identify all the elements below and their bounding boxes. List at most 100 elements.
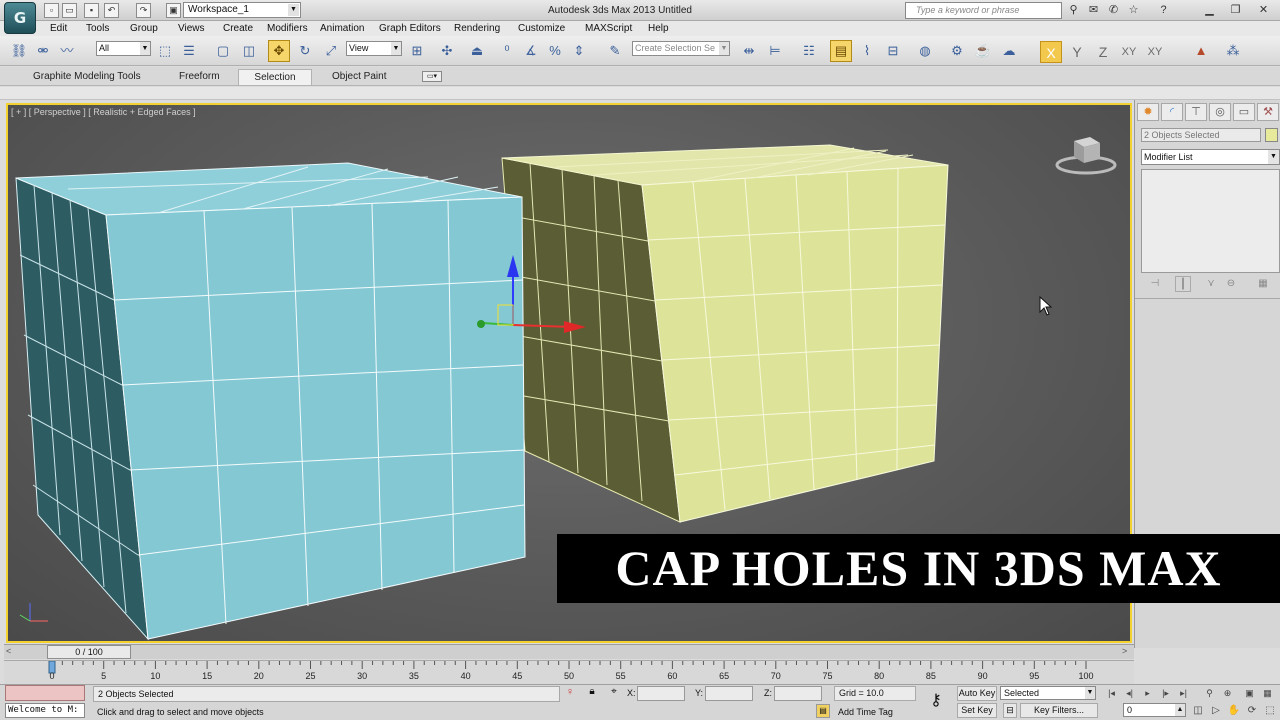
key-filters-button[interactable]: Key Filters... (1020, 703, 1098, 718)
undo-icon[interactable]: ↶ (104, 3, 119, 18)
make-unique-icon[interactable]: ⋎ (1203, 276, 1219, 292)
percent-snap-icon[interactable]: % (544, 40, 566, 62)
menu-create[interactable]: Create (220, 21, 256, 36)
tab-graphite-modeling-tools[interactable]: Graphite Modeling Tools (24, 69, 150, 85)
particle-view-icon[interactable]: ⁂ (1222, 40, 1244, 62)
remove-modifier-icon[interactable]: ⊖ (1223, 276, 1239, 292)
pivot-center-icon[interactable]: ⊞ (406, 40, 428, 62)
go-to-start-icon[interactable]: |◂ (1104, 687, 1119, 700)
play-icon[interactable]: ▸ (1140, 687, 1155, 700)
configure-modifier-sets-icon[interactable]: ▦ (1255, 276, 1271, 292)
object-color-swatch[interactable] (1265, 128, 1278, 142)
z-coord-field[interactable] (774, 686, 822, 701)
previous-frame-icon[interactable]: ◂| (1122, 687, 1137, 700)
reference-coordinate-dropdown[interactable]: View ▼ (346, 41, 402, 56)
utilities-panel-icon[interactable]: ⚒ (1257, 103, 1279, 121)
mirror-icon[interactable]: ⇹ (738, 40, 760, 62)
select-object-icon[interactable]: ⬚ (154, 40, 176, 62)
object-name-field[interactable]: 2 Objects Selected (1141, 128, 1261, 142)
selection-filter-dropdown[interactable]: All ▼ (96, 41, 151, 56)
box-blue[interactable] (15, 162, 526, 641)
next-frame-icon[interactable]: |▸ (1158, 687, 1173, 700)
rendered-frame-window-icon[interactable]: ☕ (972, 40, 994, 62)
viewcube[interactable] (1055, 137, 1117, 175)
modify-panel-icon[interactable]: ◜ (1161, 103, 1183, 121)
menu-edit[interactable]: Edit (47, 21, 70, 36)
tab-object-paint[interactable]: Object Paint (323, 69, 395, 85)
time-configuration-icon[interactable]: ◫ (1190, 703, 1206, 718)
curve-editor-icon[interactable]: ⌇ (856, 40, 878, 62)
select-by-name-icon[interactable]: ☰ (178, 40, 200, 62)
auto-key-button[interactable]: Auto Key (957, 686, 997, 701)
scene-explorer-icon[interactable]: ☷ (798, 40, 820, 62)
graphite-tools-icon[interactable]: ▲ (1190, 40, 1212, 62)
named-selection-sets-dropdown[interactable]: Create Selection Se ▼ (632, 41, 730, 56)
rectangular-selection-icon[interactable]: ▢ (212, 40, 234, 62)
isolate-selection-icon[interactable]: ♀ (563, 686, 577, 701)
select-and-scale-icon[interactable]: ⤢ (320, 40, 342, 62)
hierarchy-panel-icon[interactable]: ⊤ (1185, 103, 1207, 121)
zoom-extents-all-icon[interactable]: ▦ (1260, 687, 1275, 700)
angle-snap-icon[interactable]: ∡ (520, 40, 542, 62)
x-coord-field[interactable] (637, 686, 685, 701)
edit-named-selection-icon[interactable]: ✎ (604, 40, 626, 62)
minimize-icon[interactable]: ▁ (1202, 3, 1217, 18)
absolute-relative-toggle-icon[interactable]: ⌖ (607, 686, 621, 701)
maximize-viewport-icon[interactable]: ⬚ (1262, 703, 1278, 718)
key-filter-selection-dropdown[interactable]: Selected ▼ (1000, 686, 1096, 700)
zoom-all-icon[interactable]: ⊕ (1220, 687, 1235, 700)
help-icon[interactable]: ? (1156, 3, 1171, 18)
field-of-view-icon[interactable]: ▷ (1208, 703, 1224, 718)
select-and-rotate-icon[interactable]: ↻ (294, 40, 316, 62)
material-editor-icon[interactable]: ◍ (914, 40, 936, 62)
display-panel-icon[interactable]: ▭ (1233, 103, 1255, 121)
open-file-icon[interactable]: ▭ (62, 3, 77, 18)
motion-panel-icon[interactable]: ◎ (1209, 103, 1231, 121)
set-key-button[interactable]: Set Key (957, 703, 997, 718)
create-panel-icon[interactable]: ✹ (1137, 103, 1159, 121)
snaps-toggle-icon[interactable]: ⁰ (496, 40, 518, 62)
schematic-view-icon[interactable]: ⊟ (882, 40, 904, 62)
menu-animation[interactable]: Animation (317, 21, 367, 36)
subscription-icon[interactable]: ✉ (1086, 3, 1101, 18)
render-production-icon[interactable]: ☁ (998, 40, 1020, 62)
redo-icon[interactable]: ↷ (136, 3, 151, 18)
workspace-dropdown[interactable]: Workspace_1 ▼ (183, 2, 301, 18)
ribbon-options-dropdown[interactable]: ▭▾ (422, 71, 442, 82)
pan-view-icon[interactable]: ✋ (1226, 703, 1242, 718)
select-and-move-icon[interactable]: ✥ (268, 40, 290, 62)
binoculars-icon[interactable]: ⚲ (1066, 3, 1081, 18)
restrict-z-axis-button[interactable]: Z (1092, 41, 1114, 63)
select-and-link-icon[interactable]: ⛓ (8, 40, 30, 62)
show-end-result-icon[interactable]: ┃ (1175, 276, 1191, 292)
key-mode-icon[interactable]: ⊟ (1003, 703, 1017, 718)
box-yellow[interactable] (501, 144, 949, 523)
time-slider-thumb[interactable]: 0 / 100 (47, 645, 131, 659)
maxscript-listener-mini[interactable] (5, 685, 85, 701)
zoom-icon[interactable]: ⚲ (1202, 687, 1217, 700)
slider-next-arrow-icon[interactable]: > (1122, 646, 1127, 656)
current-frame-field[interactable]: 0 ▲ (1123, 703, 1186, 717)
select-manipulate-icon[interactable]: ✣ (436, 40, 458, 62)
selection-lock-icon[interactable]: 🔒︎ (585, 686, 599, 701)
render-setup-icon[interactable]: ⚙ (946, 40, 968, 62)
menu-group[interactable]: Group (127, 21, 161, 36)
help-search-input[interactable]: Type a keyword or phrase (905, 2, 1062, 19)
restrict-x-axis-button[interactable]: X (1040, 41, 1062, 63)
add-time-tag-button[interactable]: Add Time Tag (834, 705, 916, 719)
window-crossing-icon[interactable]: ◫ (238, 40, 260, 62)
restrict-y-axis-button[interactable]: Y (1066, 41, 1088, 63)
zoom-extents-icon[interactable]: ▣ (1242, 687, 1257, 700)
restore-icon[interactable]: ❐ (1228, 3, 1243, 18)
menu-modifiers[interactable]: Modifiers (264, 21, 311, 36)
time-tag-icon[interactable]: ▤ (816, 704, 830, 718)
align-icon[interactable]: ⊨ (764, 40, 786, 62)
layer-manager-icon[interactable]: ▤ (830, 40, 852, 62)
modifier-stack[interactable] (1141, 169, 1280, 273)
keyboard-shortcut-override-icon[interactable]: ⏏ (466, 40, 488, 62)
menu-customize[interactable]: Customize (515, 21, 568, 36)
tab-selection[interactable]: Selection (238, 69, 312, 85)
pin-stack-icon[interactable]: ⊣ (1147, 276, 1163, 292)
favorites-star-icon[interactable]: ☆ (1126, 3, 1141, 18)
slider-prev-arrow-icon[interactable]: < (6, 646, 11, 656)
